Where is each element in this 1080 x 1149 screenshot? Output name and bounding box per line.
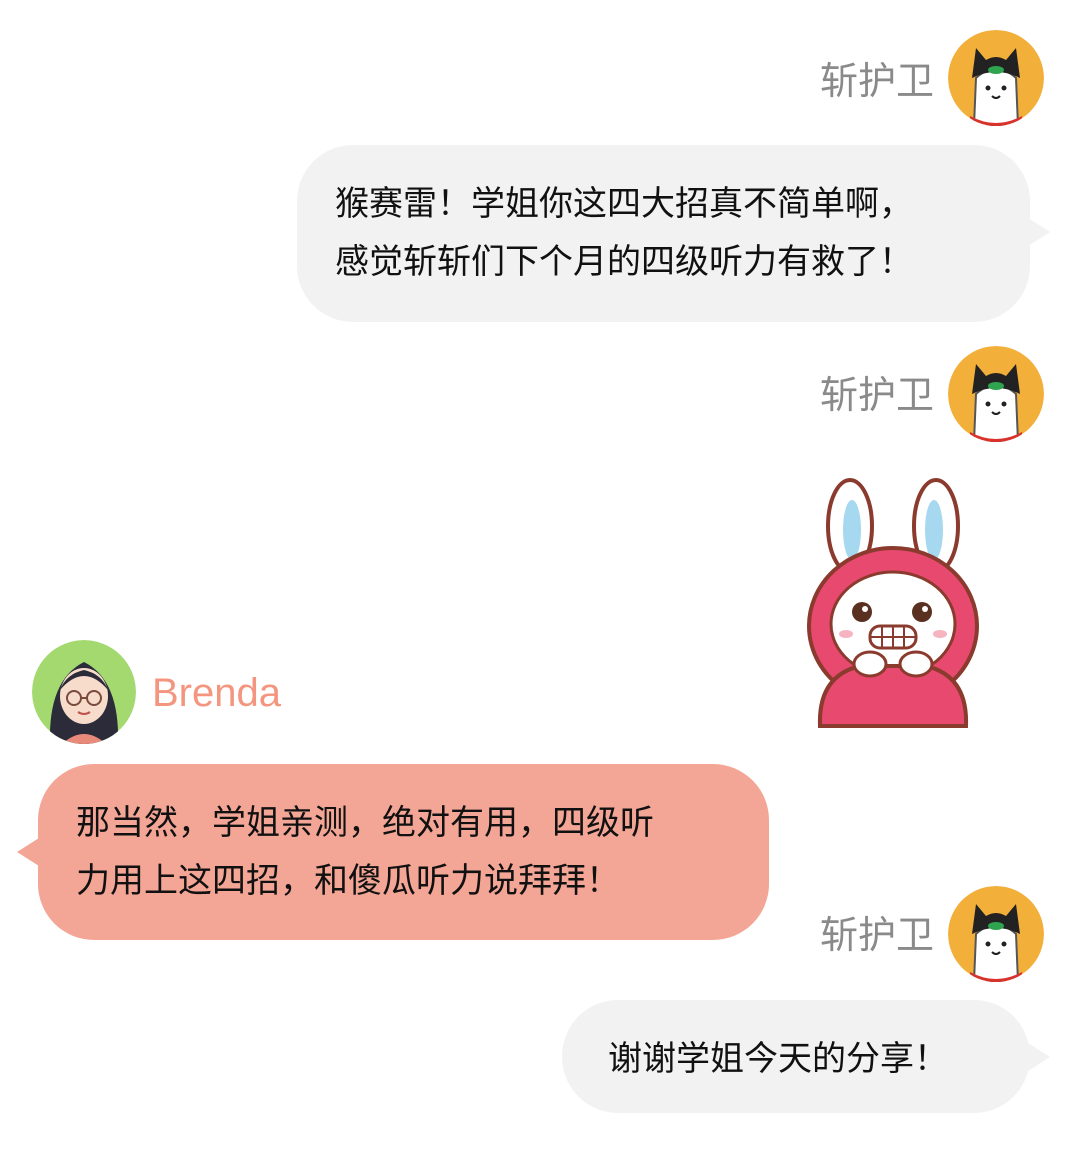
message-text-line: 那当然，学姐亲测，绝对有用，四级听: [76, 803, 654, 843]
bubble-tail: [1028, 1043, 1050, 1071]
chat-conversation: 斩护卫 猴赛雷！学姐你这四大招真不简单啊， 感觉斩斩们下个月的四级听力有救了！ …: [0, 0, 1080, 1149]
sender-name: 斩护卫: [820, 59, 935, 103]
message-bubble: 猴赛雷！学姐你这四大招真不简单啊， 感觉斩斩们下个月的四级听力有救了！: [297, 145, 1030, 322]
sender-name: 斩护卫: [820, 913, 935, 957]
bubble-tail: [17, 838, 39, 866]
message-text-line: 谢谢学姐今天的分享！: [608, 1039, 948, 1079]
cat-guard-avatar[interactable]: [948, 30, 1044, 126]
cat-guard-avatar[interactable]: [948, 346, 1044, 442]
message-bubble: 谢谢学姐今天的分享！: [562, 1000, 1030, 1113]
brenda-avatar[interactable]: [32, 640, 136, 744]
bunny-sticker[interactable]: [800, 476, 986, 730]
cat-guard-avatar[interactable]: [948, 886, 1044, 982]
bubble-tail: [1028, 218, 1050, 246]
sender-name: 斩护卫: [820, 373, 935, 417]
message-text-line: 感觉斩斩们下个月的四级听力有救了！: [335, 242, 913, 282]
message-text-line: 猴赛雷！学姐你这四大招真不简单啊，: [335, 184, 913, 224]
message-text-line: 力用上这四招，和傻瓜听力说拜拜！: [76, 861, 620, 901]
message-bubble: 那当然，学姐亲测，绝对有用，四级听 力用上这四招，和傻瓜听力说拜拜！: [38, 764, 769, 940]
sender-name: Brenda: [152, 671, 281, 715]
